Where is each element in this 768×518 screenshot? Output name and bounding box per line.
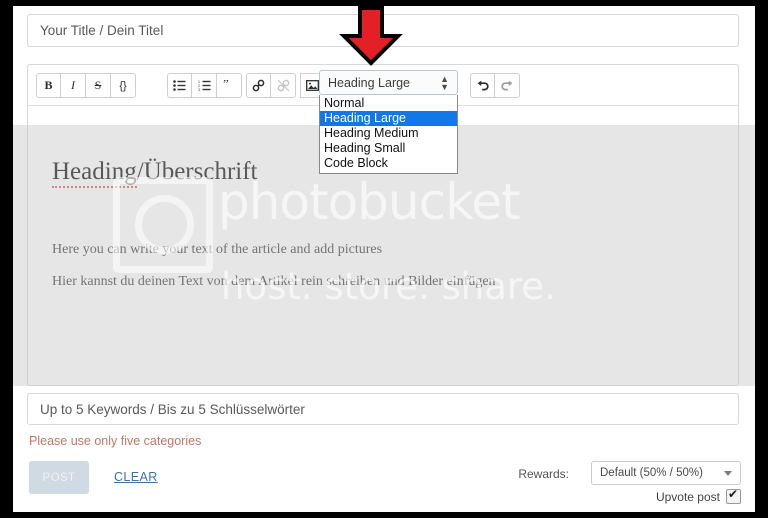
rewards-label: Rewards:: [518, 467, 569, 481]
format-select-value: Heading Large: [328, 75, 411, 90]
chevron-down-icon: [724, 470, 732, 476]
redo-icon[interactable]: [495, 73, 520, 98]
red-down-arrow-annotation: [339, 6, 403, 66]
format-select[interactable]: Heading Large ▲ ▼: [319, 70, 458, 95]
upvote-post-row[interactable]: Upvote post: [655, 487, 741, 504]
list-button-group: 1 2 3 ”: [167, 73, 242, 98]
code-button[interactable]: {}: [111, 73, 136, 98]
document-paragraph: Here you can write your text of the arti…: [52, 242, 383, 257]
title-input-placeholder: Your Title / Dein Titel: [40, 23, 164, 38]
document-paragraph: Hier kannst du deinen Text von dem Artik…: [52, 274, 496, 289]
undo-icon[interactable]: [470, 73, 495, 98]
strikethrough-button[interactable]: S: [86, 73, 111, 98]
heading-misspelled-word: Heading: [52, 158, 137, 188]
document-heading: Heading/Überschrift: [52, 158, 258, 188]
upvote-post-checkbox[interactable]: [726, 487, 741, 504]
rewards-select-value: Default (50% / 50%): [600, 467, 703, 479]
format-option-heading-small[interactable]: Heading Small: [320, 141, 457, 156]
category-warning-text: Please use only five categories: [29, 434, 202, 448]
post-button[interactable]: POST: [29, 461, 89, 494]
blockquote-icon[interactable]: ”: [217, 73, 242, 98]
text-style-button-group: B I S {}: [36, 73, 136, 98]
format-option-code-block[interactable]: Code Block: [320, 156, 457, 171]
photo-frame: Your Title / Dein Titel B I S {} 1 2 3 ”…: [0, 0, 768, 518]
rewards-select[interactable]: Default (50% / 50%): [591, 461, 741, 485]
bullet-list-icon[interactable]: [167, 73, 192, 98]
clear-link[interactable]: CLEAR: [114, 470, 158, 484]
svg-text:3: 3: [198, 88, 200, 91]
unlink-icon[interactable]: [271, 73, 296, 98]
format-option-normal[interactable]: Normal: [320, 96, 457, 111]
post-editor-page: Your Title / Dein Titel B I S {} 1 2 3 ”…: [13, 6, 755, 512]
link-button-group: [246, 73, 296, 98]
format-option-heading-medium[interactable]: Heading Medium: [320, 126, 457, 141]
format-select-options[interactable]: Normal Heading Large Heading Medium Head…: [319, 95, 458, 174]
svg-text:”: ”: [223, 80, 229, 91]
select-spinner-icon: ▲ ▼: [440, 73, 449, 92]
history-button-group: [470, 73, 520, 98]
keywords-input[interactable]: Up to 5 Keywords / Bis zu 5 Schlüsselwör…: [27, 393, 739, 425]
format-option-heading-large[interactable]: Heading Large: [320, 111, 457, 126]
link-icon[interactable]: [246, 73, 271, 98]
heading-remainder: /Überschrift: [136, 158, 258, 185]
italic-button[interactable]: I: [61, 73, 86, 98]
upvote-post-label: Upvote post: [655, 489, 720, 504]
bold-button[interactable]: B: [36, 73, 61, 98]
keywords-input-placeholder: Up to 5 Keywords / Bis zu 5 Schlüsselwör…: [40, 401, 305, 417]
numbered-list-icon[interactable]: 1 2 3: [192, 73, 217, 98]
